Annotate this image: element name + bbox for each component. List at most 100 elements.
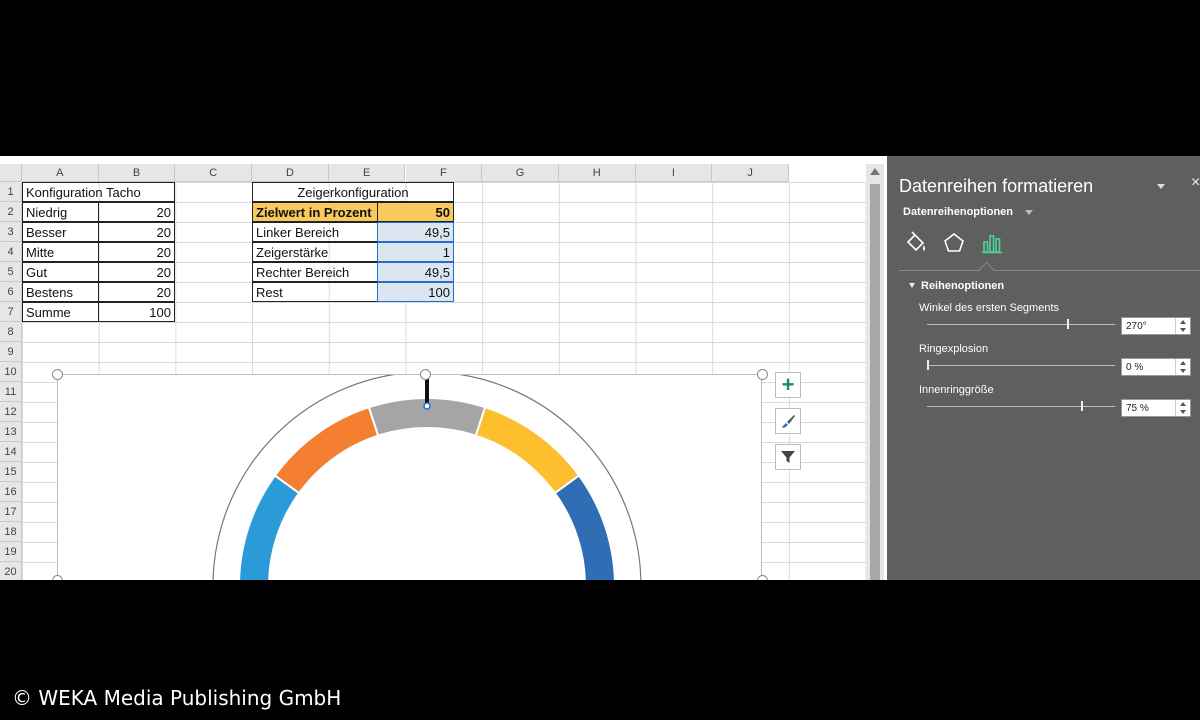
zeiger-value-cell[interactable]: 1 bbox=[377, 242, 454, 262]
row-header-12[interactable]: 12 bbox=[0, 402, 22, 422]
series-options-section[interactable]: Reihenoptionen bbox=[921, 280, 1004, 292]
option-slider[interactable] bbox=[927, 360, 1115, 370]
chart-styles-button[interactable] bbox=[775, 408, 801, 434]
row-header-4[interactable]: 4 bbox=[0, 242, 22, 262]
tacho-label-cell[interactable]: Besser bbox=[22, 222, 99, 242]
slider-knob[interactable] bbox=[1066, 319, 1069, 329]
row-header-13[interactable]: 13 bbox=[0, 422, 22, 442]
option-spinner[interactable] bbox=[1121, 358, 1191, 376]
tacho-value-cell[interactable]: 20 bbox=[98, 262, 175, 282]
option-spinner[interactable] bbox=[1121, 399, 1191, 417]
chart-resize-handle[interactable] bbox=[52, 575, 63, 580]
spin-up-icon[interactable] bbox=[1180, 402, 1186, 406]
row-header-1[interactable]: 1 bbox=[0, 182, 22, 202]
tacho-label-cell[interactable]: Mitte bbox=[22, 242, 99, 262]
gauge-segment-niedrig[interactable] bbox=[238, 474, 301, 580]
series-options-dropdown[interactable]: Datenreihenoptionen bbox=[903, 206, 1013, 218]
tacho-label-cell[interactable]: Gut bbox=[22, 262, 99, 282]
spin-down-icon[interactable] bbox=[1180, 328, 1186, 332]
row-header-5[interactable]: 5 bbox=[0, 262, 22, 282]
row-header-14[interactable]: 14 bbox=[0, 442, 22, 462]
fill-bucket-icon[interactable] bbox=[903, 230, 929, 256]
zeiger-label-cell[interactable]: Zielwert in Prozent bbox=[252, 202, 378, 222]
pane-options-dropdown-icon[interactable] bbox=[1157, 184, 1165, 189]
spinner-arrows[interactable] bbox=[1175, 359, 1190, 375]
chevron-down-icon[interactable] bbox=[1025, 210, 1033, 215]
worksheet[interactable]: ABCDEFGHIJ 1 2 3 4 5 6 7 8 9 10 11 12 13 14 15 16 17 18 19… bbox=[0, 164, 866, 580]
tacho-value-cell[interactable]: 20 bbox=[98, 202, 175, 222]
row-header-7[interactable]: 7 bbox=[0, 302, 22, 322]
zeiger-label-cell[interactable]: Rest bbox=[252, 282, 378, 302]
column-header-b[interactable]: B bbox=[98, 164, 176, 182]
tacho-header[interactable]: Konfiguration Tacho bbox=[22, 182, 175, 202]
column-header-d[interactable]: D bbox=[252, 164, 329, 182]
row-header-20[interactable]: 20 bbox=[0, 562, 22, 580]
tacho-value-cell[interactable]: 20 bbox=[98, 222, 175, 242]
chart-resize-handle[interactable] bbox=[757, 369, 768, 380]
column-header-j[interactable]: J bbox=[712, 164, 789, 182]
slider-knob[interactable] bbox=[927, 360, 929, 370]
column-header-e[interactable]: E bbox=[328, 164, 406, 182]
zeiger-header[interactable]: Zeigerkonfiguration bbox=[252, 182, 454, 202]
gauge-segment-gut[interactable] bbox=[474, 405, 581, 495]
row-header-18[interactable]: 18 bbox=[0, 522, 22, 542]
spin-down-icon[interactable] bbox=[1180, 410, 1186, 414]
zeiger-label-cell[interactable]: Linker Bereich bbox=[252, 222, 378, 242]
spinner-arrows[interactable] bbox=[1175, 400, 1190, 416]
zeiger-label-cell[interactable]: Zeigerstärke bbox=[252, 242, 378, 262]
row-header-17[interactable]: 17 bbox=[0, 502, 22, 522]
option-slider[interactable] bbox=[927, 319, 1115, 329]
collapse-triangle-icon[interactable] bbox=[909, 283, 915, 288]
tacho-label-cell[interactable]: Bestens bbox=[22, 282, 99, 302]
chart-resize-handle[interactable] bbox=[420, 369, 431, 380]
column-header-g[interactable]: G bbox=[482, 164, 559, 182]
row-header-2[interactable]: 2 bbox=[0, 202, 22, 222]
option-slider[interactable] bbox=[927, 401, 1115, 411]
zeiger-value-cell[interactable]: 50 bbox=[377, 202, 454, 222]
gauge-segment-besser[interactable] bbox=[273, 405, 380, 495]
row-header-16[interactable]: 16 bbox=[0, 482, 22, 502]
row-header-11[interactable]: 11 bbox=[0, 382, 22, 402]
option-value-input[interactable] bbox=[1124, 360, 1178, 374]
zeiger-value-cell[interactable]: 49,5 bbox=[377, 262, 454, 282]
gauge-chart[interactable] bbox=[57, 369, 762, 580]
column-header-i[interactable]: I bbox=[635, 164, 713, 182]
spinner-arrows[interactable] bbox=[1175, 318, 1190, 334]
column-header-c[interactable]: C bbox=[175, 164, 253, 182]
chart-elements-button[interactable]: + bbox=[775, 372, 801, 398]
column-header-h[interactable]: H bbox=[558, 164, 636, 182]
gauge-segment-bestens[interactable] bbox=[553, 474, 616, 580]
chart-resize-handle[interactable] bbox=[52, 369, 63, 380]
bar-chart-icon[interactable] bbox=[979, 230, 1005, 256]
slider-knob[interactable] bbox=[1081, 401, 1084, 411]
option-value-input[interactable] bbox=[1124, 319, 1178, 333]
tacho-value-cell[interactable]: 100 bbox=[98, 302, 175, 322]
scroll-thumb[interactable] bbox=[870, 184, 880, 580]
vertical-scrollbar[interactable] bbox=[866, 164, 884, 580]
column-header-a[interactable]: A bbox=[22, 164, 99, 182]
tacho-label-cell[interactable]: Niedrig bbox=[22, 202, 99, 222]
row-header-8[interactable]: 8 bbox=[0, 322, 22, 342]
spin-up-icon[interactable] bbox=[1180, 361, 1186, 365]
pentagon-icon[interactable] bbox=[941, 230, 967, 256]
spin-down-icon[interactable] bbox=[1180, 369, 1186, 373]
tacho-label-cell[interactable]: Summe bbox=[22, 302, 99, 322]
close-icon[interactable]: × bbox=[1191, 174, 1200, 192]
tacho-value-cell[interactable]: 20 bbox=[98, 242, 175, 262]
row-header-15[interactable]: 15 bbox=[0, 462, 22, 482]
row-header-6[interactable]: 6 bbox=[0, 282, 22, 302]
zeiger-label-cell[interactable]: Rechter Bereich bbox=[252, 262, 378, 282]
column-header-f[interactable]: F bbox=[405, 164, 483, 182]
spin-up-icon[interactable] bbox=[1180, 320, 1186, 324]
zeiger-value-cell[interactable]: 100 bbox=[377, 282, 454, 302]
tacho-value-cell[interactable]: 20 bbox=[98, 282, 175, 302]
row-header-3[interactable]: 3 bbox=[0, 222, 22, 242]
row-header-19[interactable]: 19 bbox=[0, 542, 22, 562]
option-value-input[interactable] bbox=[1124, 401, 1178, 415]
series-selection-handle[interactable] bbox=[423, 402, 431, 410]
select-all-corner[interactable] bbox=[0, 164, 22, 182]
row-header-9[interactable]: 9 bbox=[0, 342, 22, 362]
scroll-up-arrow-icon[interactable] bbox=[870, 168, 880, 175]
zeiger-value-cell[interactable]: 49,5 bbox=[377, 222, 454, 242]
chart-filters-button[interactable] bbox=[775, 444, 801, 470]
